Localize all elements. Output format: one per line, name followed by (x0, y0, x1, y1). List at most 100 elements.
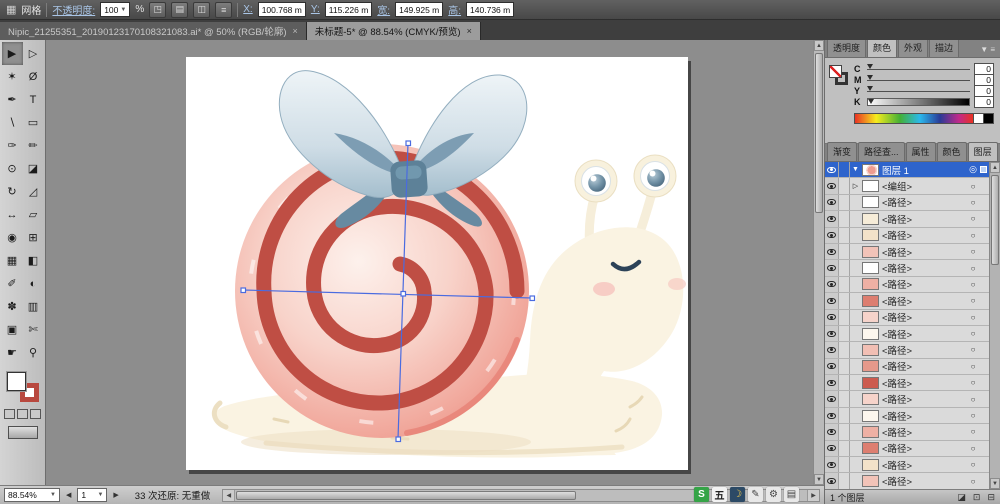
path-row[interactable]: <路径>○ (825, 342, 989, 358)
lock-toggle[interactable] (839, 342, 850, 357)
layers-group-tab-2[interactable]: 路径查... (858, 142, 905, 161)
layer-label[interactable]: <路径> (882, 343, 966, 357)
toolbox-icon[interactable]: ⚙ (766, 487, 781, 502)
layer-label[interactable]: <路径> (882, 425, 966, 439)
scroll-right-icon[interactable]: ▶ (807, 490, 819, 501)
visibility-toggle[interactable] (825, 326, 839, 341)
make-clipping-mask-icon[interactable]: ◪ (957, 492, 966, 503)
expander-icon[interactable]: ▼ (850, 166, 861, 173)
scroll-up-icon[interactable]: ▲ (814, 40, 824, 51)
slider-thumb[interactable] (867, 75, 873, 80)
lock-toggle[interactable] (839, 408, 850, 423)
target-circle-icon[interactable]: ○ (966, 247, 980, 256)
group-row[interactable]: ▷<编组>○ (825, 178, 989, 194)
zoom-level-select[interactable]: 88.54% ▼ (4, 488, 60, 502)
direct-selection-tool[interactable]: ▷ (23, 42, 44, 65)
visibility-toggle[interactable] (825, 457, 839, 472)
panel-menu-icon[interactable]: ▼ ≡ (977, 45, 998, 57)
layer-label[interactable]: <路径> (882, 261, 966, 275)
layer-label[interactable]: <编组> (882, 179, 966, 193)
color-spectrum-bar[interactable] (854, 113, 974, 124)
lock-toggle[interactable] (839, 162, 850, 177)
path-row[interactable]: <路径>○ (825, 408, 989, 424)
sogou-input-icon[interactable]: S (694, 487, 709, 502)
channel-slider[interactable] (867, 86, 970, 95)
color-group-tab-1[interactable]: 透明度 (827, 38, 866, 57)
color-group-tab-4[interactable]: 描边 (929, 38, 959, 57)
visibility-toggle[interactable] (825, 424, 839, 439)
free-transform-tool[interactable]: ▱ (23, 203, 44, 226)
width-tool[interactable]: ↔ (2, 203, 23, 226)
draw-inside-button[interactable] (30, 409, 41, 419)
close-tab-icon[interactable]: × (292, 26, 297, 36)
white-swatch[interactable] (974, 113, 984, 124)
target-circle-icon[interactable]: ○ (966, 231, 980, 240)
layer-label[interactable]: <路径> (882, 409, 966, 423)
draw-behind-button[interactable] (17, 409, 28, 419)
visibility-toggle[interactable] (825, 310, 839, 325)
slider-thumb[interactable] (867, 64, 873, 69)
lock-toggle[interactable] (839, 228, 850, 243)
layer-label[interactable]: <路径> (882, 376, 966, 390)
lock-toggle[interactable] (839, 391, 850, 406)
slider-thumb[interactable] (868, 99, 874, 104)
visibility-toggle[interactable] (825, 228, 839, 243)
delete-layer-icon[interactable]: ⊟ (987, 492, 995, 503)
visibility-toggle[interactable] (825, 244, 839, 259)
scroll-up-icon[interactable]: ▲ (990, 162, 1000, 173)
artboard-number-select[interactable]: 1 ▼ (77, 488, 107, 502)
layer-label[interactable]: <路径> (882, 392, 966, 406)
brush-definition-icon[interactable]: ▤ (171, 2, 188, 18)
lock-toggle[interactable] (839, 244, 850, 259)
width-label[interactable]: 宽: (377, 2, 390, 17)
layer-label[interactable]: <路径> (882, 474, 966, 488)
layers-group-tab-4[interactable]: 颜色 (937, 142, 967, 161)
target-circle-icon[interactable]: ○ (966, 378, 980, 387)
close-tab-icon[interactable]: × (467, 26, 472, 36)
visibility-toggle[interactable] (825, 473, 839, 488)
layer-label[interactable]: <路径> (882, 212, 966, 226)
layers-scroll-thumb[interactable] (991, 175, 999, 265)
y-input[interactable]: 115.226 m (325, 2, 373, 17)
target-circle-icon[interactable]: ○ (966, 427, 980, 436)
lock-toggle[interactable] (839, 211, 850, 226)
visibility-toggle[interactable] (825, 441, 839, 456)
path-row[interactable]: <路径>○ (825, 326, 989, 342)
scroll-down-icon[interactable]: ▼ (990, 478, 1000, 489)
height-label[interactable]: 高: (448, 2, 461, 17)
visibility-toggle[interactable] (825, 293, 839, 308)
path-row[interactable]: <路径>○ (825, 457, 989, 473)
blob-brush-tool[interactable]: ⊙ (2, 157, 23, 180)
screen-mode-button[interactable] (8, 426, 38, 439)
target-circle-icon[interactable]: ○ (966, 477, 980, 486)
target-circle-icon[interactable]: ○ (966, 214, 980, 223)
lock-toggle[interactable] (839, 178, 850, 193)
path-row[interactable]: <路径>○ (825, 211, 989, 227)
path-row[interactable]: <路径>○ (825, 260, 989, 276)
scale-tool[interactable]: ◿ (23, 180, 44, 203)
lock-toggle[interactable] (839, 441, 850, 456)
visibility-toggle[interactable] (825, 359, 839, 374)
visibility-toggle[interactable] (825, 260, 839, 275)
target-circle-icon[interactable]: ○ (966, 182, 980, 191)
symbol-sprayer-tool[interactable]: ✽ (2, 295, 23, 318)
perspective-grid-tool[interactable]: ⊞ (23, 226, 44, 249)
layer-label[interactable]: 图层 1 (882, 163, 966, 177)
vertical-scrollbar[interactable]: ▲ ▼ (813, 40, 824, 485)
horizontal-scroll-thumb[interactable] (236, 491, 576, 500)
draw-normal-button[interactable] (4, 409, 15, 419)
path-row[interactable]: <路径>○ (825, 228, 989, 244)
layers-group-tab-5[interactable]: 图层 (968, 142, 998, 161)
visibility-toggle[interactable] (825, 178, 839, 193)
layer-label[interactable]: <路径> (882, 195, 966, 209)
layer-label[interactable]: <路径> (882, 441, 966, 455)
lock-toggle[interactable] (839, 326, 850, 341)
target-circle-icon[interactable]: ○ (966, 264, 980, 273)
next-artboard-icon[interactable]: ▶ (111, 491, 120, 499)
target-circle-icon[interactable]: ○ (966, 444, 980, 453)
layer-label[interactable]: <路径> (882, 359, 966, 373)
layers-scrollbar[interactable]: ▲ ▼ (989, 162, 1000, 489)
target-circle-icon[interactable]: ○ (966, 280, 980, 289)
y-label[interactable]: Y: (311, 4, 320, 15)
blend-tool[interactable]: ◐ (23, 272, 44, 295)
